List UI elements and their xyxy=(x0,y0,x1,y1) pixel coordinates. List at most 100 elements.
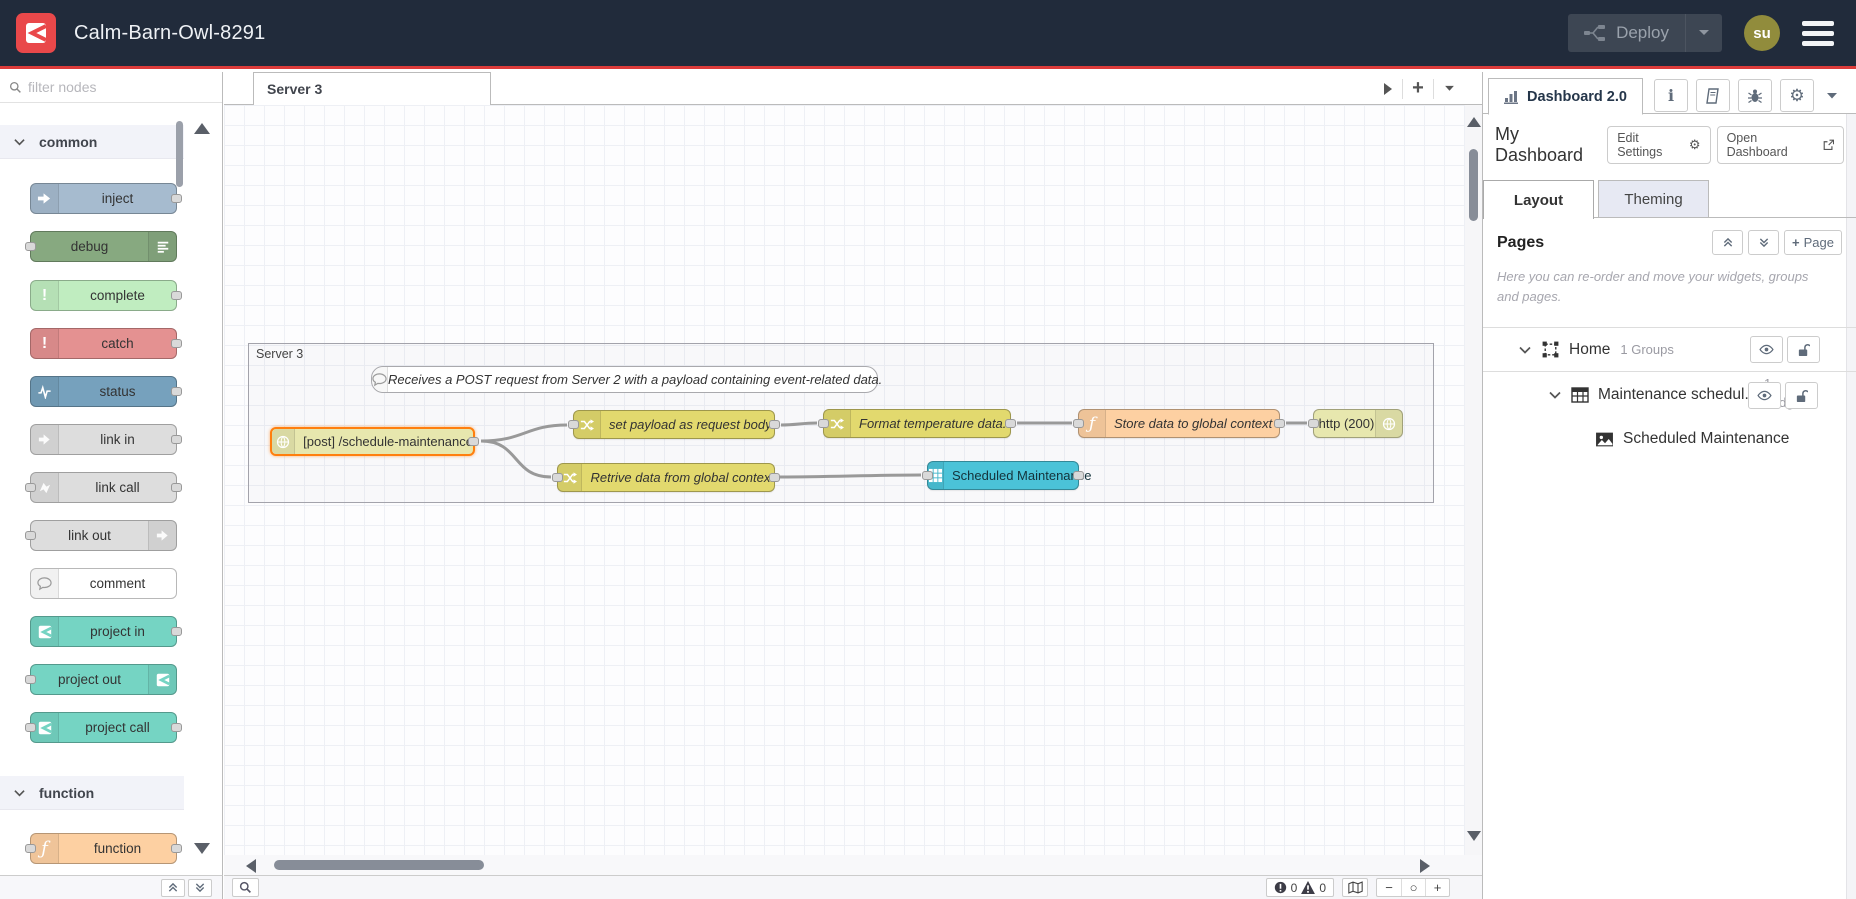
add-flow-button[interactable]: + xyxy=(1403,72,1433,105)
palette-collapse-all-button[interactable] xyxy=(161,878,185,897)
node-port[interactable] xyxy=(568,419,579,429)
node-port[interactable] xyxy=(171,482,182,492)
tab-theming[interactable]: Theming xyxy=(1598,180,1709,218)
node-port[interactable] xyxy=(1274,418,1285,428)
chevron-down-icon[interactable] xyxy=(1519,346,1531,354)
flow-node-http-response[interactable]: http (200) xyxy=(1308,409,1403,438)
node-port[interactable] xyxy=(25,482,36,492)
node-port[interactable] xyxy=(25,530,36,540)
palette-node-link-out[interactable]: link out xyxy=(25,520,177,551)
palette-node-complete[interactable]: ! complete xyxy=(30,280,182,311)
navigator-map-button[interactable] xyxy=(1342,878,1368,897)
palette-node-link-call[interactable]: link call xyxy=(25,472,182,503)
deploy-button[interactable]: Deploy xyxy=(1568,14,1722,52)
add-page-button[interactable]: + Page xyxy=(1784,230,1842,255)
expand-all-pages-button[interactable] xyxy=(1748,230,1780,255)
node-port[interactable] xyxy=(171,338,182,348)
visibility-eye-button[interactable] xyxy=(1748,382,1781,410)
palette-scrollbar[interactable] xyxy=(176,121,183,187)
node-port[interactable] xyxy=(1005,418,1016,428)
help-book-button[interactable] xyxy=(1696,79,1730,112)
canvas-scroll-right-icon[interactable] xyxy=(1420,859,1430,873)
palette-node-comment[interactable]: comment xyxy=(30,568,177,599)
flow-node-http-in[interactable]: [post] /schedule-maintenance xyxy=(270,427,479,456)
palette-category-common[interactable]: common xyxy=(0,125,184,159)
deploy-options-caret[interactable] xyxy=(1685,14,1722,52)
node-port[interactable] xyxy=(171,386,182,396)
node-port[interactable] xyxy=(171,722,182,732)
palette-node-inject[interactable]: inject xyxy=(30,183,182,214)
main-menu-button[interactable] xyxy=(1802,20,1834,46)
palette-node-status[interactable]: status xyxy=(30,376,182,407)
palette-node-debug[interactable]: debug xyxy=(25,231,177,262)
unlock-button[interactable] xyxy=(1787,336,1820,364)
palette-category-function[interactable]: function xyxy=(0,776,184,810)
zoom-out-button[interactable]: − xyxy=(1377,879,1401,896)
palette-expand-all-button[interactable] xyxy=(188,878,212,897)
flow-node-retrieve-global-context[interactable]: Retrive data from global context xyxy=(552,463,780,492)
palette-node-project-call[interactable]: project call xyxy=(25,712,182,743)
palette-node-function[interactable]: ƒ function xyxy=(25,833,182,864)
canvas-scroll-down-icon[interactable] xyxy=(1467,831,1481,841)
palette-scroll-up-icon[interactable] xyxy=(194,123,210,134)
unlock-button[interactable] xyxy=(1785,382,1818,410)
canvas-scroll-up-icon[interactable] xyxy=(1467,117,1481,127)
sidebar-options-caret[interactable] xyxy=(1826,92,1838,100)
tab-layout[interactable]: Layout xyxy=(1483,180,1594,219)
node-port[interactable] xyxy=(171,434,182,444)
user-avatar[interactable]: su xyxy=(1744,15,1780,51)
node-port[interactable] xyxy=(769,419,780,429)
palette-node-catch[interactable]: ! catch xyxy=(30,328,182,359)
flow-tab-server-3[interactable]: Server 3 xyxy=(253,72,491,105)
node-port[interactable] xyxy=(171,290,182,300)
open-dashboard-button[interactable]: Open Dashboard xyxy=(1716,126,1844,164)
flow-list-caret[interactable] xyxy=(1434,72,1464,105)
palette-node-link-in[interactable]: link in xyxy=(30,424,182,455)
search-flows-button[interactable] xyxy=(232,878,259,897)
node-port[interactable] xyxy=(25,674,36,684)
node-port[interactable] xyxy=(1308,418,1319,428)
canvas-hscroll-thumb[interactable] xyxy=(274,860,484,870)
node-port[interactable] xyxy=(171,193,182,203)
flow-status-counts[interactable]: 0 0 xyxy=(1265,878,1334,897)
tab-scroll-right-icon[interactable] xyxy=(1372,72,1402,105)
tree-row-group-maintenance[interactable]: Maintenance schedul... 1 Widgets xyxy=(1483,372,1856,418)
flow-node-format-temperature[interactable]: Format temperature data. xyxy=(818,409,1016,438)
node-port[interactable] xyxy=(25,722,36,732)
flow-node-set-payload[interactable]: set payload as request body xyxy=(568,410,780,439)
node-port[interactable] xyxy=(922,470,933,480)
visibility-eye-button[interactable] xyxy=(1750,336,1783,364)
palette-node-project-out[interactable]: project out xyxy=(25,664,177,695)
palette-scroll-down-icon[interactable] xyxy=(194,843,210,854)
canvas-horizontal-scrollbar[interactable] xyxy=(224,855,1482,875)
edit-settings-button[interactable]: Edit Settings ⚙ xyxy=(1607,126,1711,164)
node-port[interactable] xyxy=(552,472,563,482)
node-port[interactable] xyxy=(1073,470,1084,480)
debug-bug-button[interactable] xyxy=(1738,79,1772,112)
canvas-vertical-scrollbar[interactable] xyxy=(1465,105,1482,855)
collapse-all-pages-button[interactable] xyxy=(1712,230,1744,255)
tree-row-page-home[interactable]: Home 1 Groups xyxy=(1483,327,1856,373)
flow-node-store-global-context[interactable]: ƒ Store data to global context xyxy=(1073,409,1285,438)
flow-node-comment[interactable]: Receives a POST request from Server 2 wi… xyxy=(371,366,882,393)
node-port[interactable] xyxy=(25,843,36,853)
node-port[interactable] xyxy=(25,241,36,251)
chevron-down-icon[interactable] xyxy=(1549,391,1561,399)
flow-canvas[interactable]: Server 3 Receives a POST request from Se… xyxy=(224,105,1482,855)
zoom-in-button[interactable]: + xyxy=(1425,879,1449,896)
palette-node-project-in[interactable]: project in xyxy=(30,616,182,647)
tree-row-widget-scheduled-maintenance[interactable]: Scheduled Maintenance xyxy=(1483,418,1856,460)
node-port[interactable] xyxy=(769,472,780,482)
node-port[interactable] xyxy=(818,418,829,428)
zoom-reset-button[interactable]: ○ xyxy=(1401,879,1425,896)
node-port[interactable] xyxy=(468,436,479,446)
sidebar-tab-dashboard[interactable]: Dashboard 2.0 xyxy=(1488,78,1643,115)
settings-gear-button[interactable]: ⚙ xyxy=(1780,79,1814,112)
info-tab-button[interactable]: i xyxy=(1654,79,1688,112)
canvas-scroll-left-icon[interactable] xyxy=(246,859,256,873)
flow-node-dashboard-table[interactable]: Scheduled Maintenance xyxy=(922,461,1092,490)
palette-filter-input[interactable]: filter nodes xyxy=(0,72,222,103)
node-port[interactable] xyxy=(171,843,182,853)
node-port[interactable] xyxy=(1073,418,1084,428)
node-port[interactable] xyxy=(171,626,182,636)
